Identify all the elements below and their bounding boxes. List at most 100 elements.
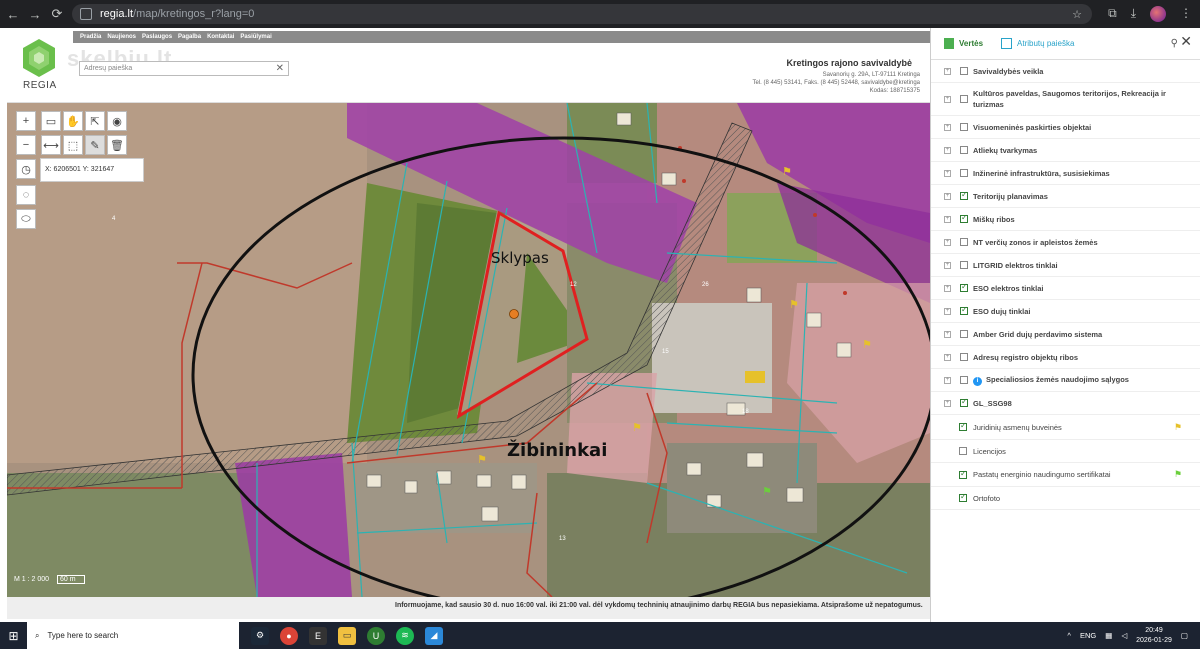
nav-help[interactable]: Pagalba	[178, 34, 201, 40]
layer-item[interactable]: + Amber Grid dujų perdavimo sistema	[931, 323, 1200, 346]
expand-icon[interactable]: +	[944, 95, 951, 103]
layer-item[interactable]: + GL_SSG98	[931, 392, 1200, 415]
layer-checkbox[interactable]	[960, 305, 968, 315]
layer-checkbox[interactable]	[960, 123, 968, 131]
steam-icon[interactable]: ⚙	[251, 626, 269, 645]
layer-checkbox[interactable]	[960, 190, 968, 200]
measure-ruler-icon[interactable]: ▭	[41, 111, 61, 131]
zoom-out-button[interactable]: −	[16, 135, 36, 155]
locate-icon[interactable]: ◉	[107, 111, 127, 131]
lasso-icon[interactable]: ⬭	[16, 209, 36, 229]
forward-icon[interactable]: →	[24, 7, 46, 22]
layer-checkbox[interactable]	[959, 447, 967, 455]
upwork-icon[interactable]: U	[367, 626, 385, 645]
download-icon[interactable]: ⤓	[1131, 6, 1136, 22]
profile-avatar[interactable]	[1150, 6, 1166, 22]
taskbar-search-input[interactable]: ⌕ Type here to search	[27, 622, 239, 649]
notifications-icon[interactable]: ▢	[1181, 631, 1188, 640]
extensions-icon[interactable]: ⧉	[1108, 6, 1117, 22]
coordinate-tool-icon[interactable]: ✎	[85, 135, 105, 155]
history-clock-icon[interactable]: ◷	[16, 159, 36, 179]
layer-item[interactable]: Juridinių asmenų buveinės ⚑	[931, 415, 1200, 440]
file-explorer-icon[interactable]: ▭	[338, 626, 356, 645]
select-circle-icon[interactable]: ◌	[16, 185, 36, 205]
tray-chevron-icon[interactable]: ^	[1067, 631, 1071, 640]
epic-games-icon[interactable]: E	[309, 626, 327, 645]
export-icon[interactable]: ⇱	[85, 111, 105, 131]
nav-home[interactable]: Pradžia	[80, 34, 101, 40]
windows-start-icon[interactable]: ⊞	[0, 629, 27, 643]
layer-item[interactable]: + ESO elektros tinklai	[931, 277, 1200, 300]
volume-icon[interactable]: ◁	[1121, 631, 1127, 640]
nav-contacts[interactable]: Kontaktai	[207, 34, 234, 40]
layer-item[interactable]: + ESO dujų tinklai	[931, 300, 1200, 323]
expand-icon[interactable]: +	[944, 169, 951, 177]
expand-icon[interactable]: +	[944, 67, 951, 75]
info-icon[interactable]: i	[973, 377, 982, 386]
layer-checkbox[interactable]	[960, 330, 968, 338]
layer-checkbox[interactable]	[960, 238, 968, 246]
layer-checkbox[interactable]	[960, 213, 968, 223]
zoom-in-button[interactable]: +	[16, 111, 36, 131]
layer-item[interactable]: + Atliekų tvarkymas	[931, 139, 1200, 162]
layer-item[interactable]: + Visuomeninės paskirties objektai	[931, 116, 1200, 139]
close-panel-icon[interactable]: ✕	[1180, 33, 1192, 50]
menu-kebab-icon[interactable]: ⋮	[1180, 6, 1192, 22]
map-canvas[interactable]: ⚑ ⚑ ⚑ ⚑ ⚑ ⚑ 12 15 18 4 13 26 + − ▭ ✋ ⇱ ◉…	[7, 103, 930, 597]
measure-area-icon[interactable]: ⬚	[63, 135, 83, 155]
regia-logo-icon[interactable]	[20, 38, 58, 78]
expand-icon[interactable]: +	[944, 284, 951, 292]
layer-checkbox[interactable]	[960, 146, 968, 154]
layer-checkbox[interactable]	[960, 169, 968, 177]
layer-item[interactable]: + Savivaldybės veikla	[931, 60, 1200, 83]
expand-icon[interactable]: +	[944, 376, 951, 384]
layer-checkbox[interactable]	[960, 376, 968, 384]
layer-item[interactable]: + Teritorijų planavimas	[931, 185, 1200, 208]
layer-checkbox[interactable]	[960, 67, 968, 75]
layer-checkbox[interactable]	[960, 353, 968, 361]
tab-values[interactable]: Vertės	[944, 38, 983, 49]
layer-checkbox[interactable]	[960, 95, 968, 103]
delete-icon[interactable]: 🗑	[107, 135, 127, 155]
expand-icon[interactable]: +	[944, 146, 951, 154]
nav-suggestions[interactable]: Pasiūlymai	[240, 34, 271, 40]
expand-icon[interactable]: +	[944, 123, 951, 131]
address-bar[interactable]: regia.lt /map/kretingos_r?lang=0 ☆	[72, 4, 1092, 24]
layer-item[interactable]: Pastatų energinio naudingumo sertifikata…	[931, 463, 1200, 487]
layer-item[interactable]: + Adresų registro objektų ribos	[931, 346, 1200, 369]
chrome-icon[interactable]: ●	[280, 626, 298, 645]
layer-item[interactable]: + Inžinerinė infrastruktūra, susisiekimas	[931, 162, 1200, 185]
layer-checkbox[interactable]	[959, 492, 967, 502]
layer-item[interactable]: + i Specialiosios žemės naudojimo sąlygos	[931, 369, 1200, 392]
nav-news[interactable]: Naujienos	[107, 34, 136, 40]
pan-hand-icon[interactable]: ✋	[63, 111, 83, 131]
layer-item[interactable]: + LITGRID elektros tinklai	[931, 254, 1200, 277]
back-icon[interactable]: ←	[2, 7, 24, 22]
expand-icon[interactable]: +	[944, 215, 951, 223]
address-search-input[interactable]: Adresų paieška ✕	[79, 61, 289, 76]
clock[interactable]: 20:49 2026-01-29	[1136, 626, 1172, 646]
expand-icon[interactable]: +	[944, 261, 951, 269]
site-info-icon[interactable]	[80, 8, 92, 20]
network-icon[interactable]: ▦	[1105, 631, 1112, 640]
pin-icon[interactable]: ⚲	[1171, 38, 1178, 49]
expand-icon[interactable]: +	[944, 307, 951, 315]
layer-item[interactable]: Licencijos	[931, 440, 1200, 463]
language-indicator[interactable]: ENG	[1080, 631, 1096, 640]
layer-checkbox[interactable]	[960, 261, 968, 269]
layer-item[interactable]: Ortofoto	[931, 487, 1200, 510]
layer-checkbox[interactable]	[960, 282, 968, 292]
expand-icon[interactable]: +	[944, 330, 951, 338]
bookmark-star-icon[interactable]: ☆	[1072, 8, 1082, 21]
layer-checkbox[interactable]	[959, 469, 967, 479]
spotify-icon[interactable]: ≋	[396, 626, 414, 645]
expand-icon[interactable]: +	[944, 238, 951, 246]
reload-icon[interactable]: ⟳	[46, 6, 68, 22]
layer-checkbox[interactable]	[960, 397, 968, 407]
clear-search-icon[interactable]: ✕	[276, 63, 284, 74]
tab-attribute-search[interactable]: Atributų paieška	[1001, 38, 1074, 49]
expand-icon[interactable]: +	[944, 192, 951, 200]
layer-item[interactable]: + NT verčių zonos ir apleistos žemės	[931, 231, 1200, 254]
expand-icon[interactable]: +	[944, 353, 951, 361]
app-icon[interactable]: ◢	[425, 626, 443, 645]
